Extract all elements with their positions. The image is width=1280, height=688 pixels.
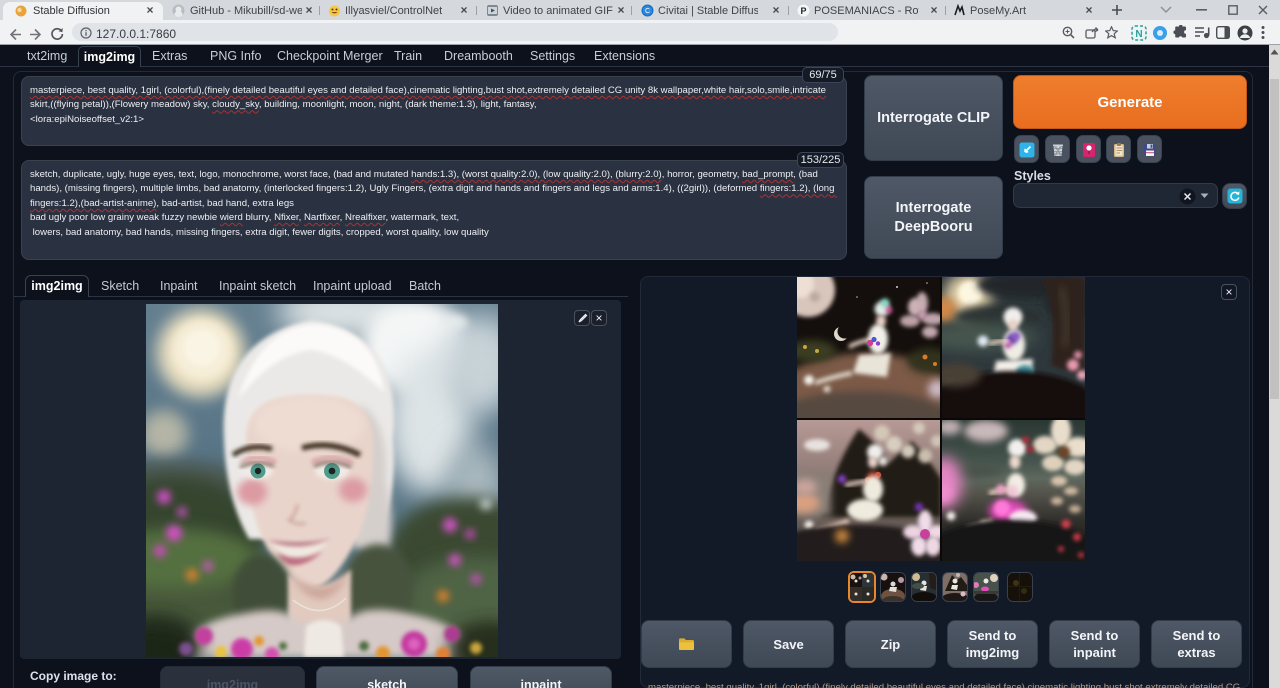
svg-text:N: N: [1135, 29, 1142, 40]
svg-text:C: C: [645, 8, 650, 15]
svg-text:P: P: [800, 6, 806, 16]
